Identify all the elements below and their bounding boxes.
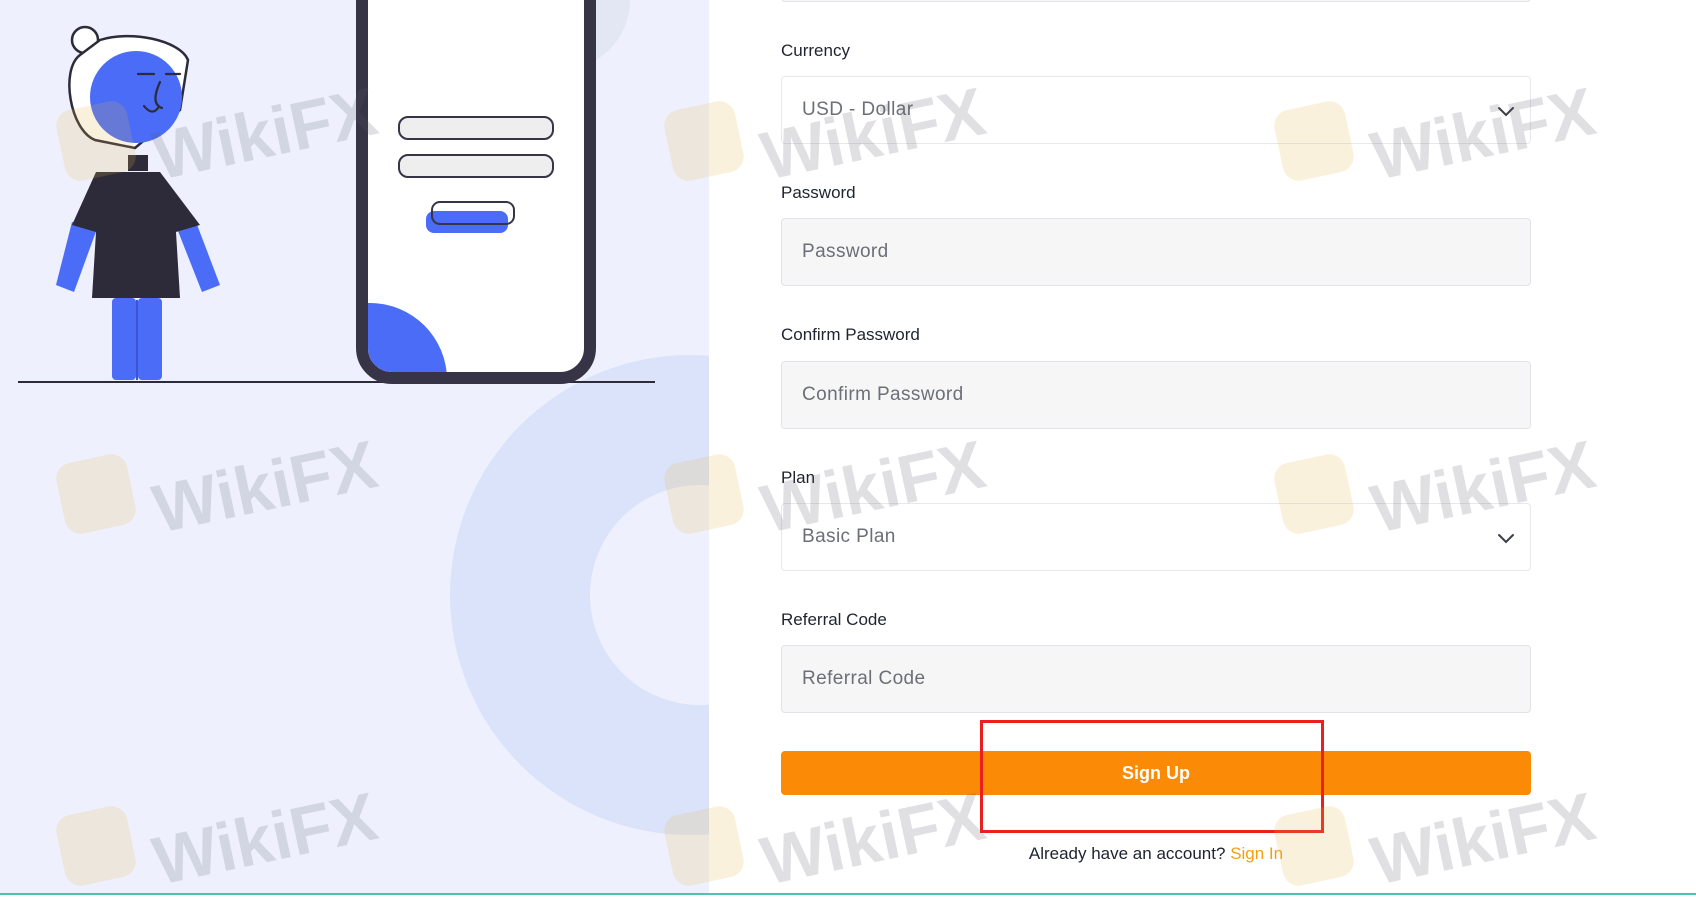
currency-label: Currency [781, 41, 850, 60]
currency-select[interactable]: USD - Dollar [781, 76, 1531, 144]
referral-code-placeholder: Referral Code [802, 668, 926, 689]
currency-value: USD - Dollar [802, 99, 914, 120]
chevron-down-icon [1498, 107, 1514, 117]
plan-value: Basic Plan [802, 526, 896, 547]
person-illustration [56, 25, 220, 380]
signin-prompt-text: Already have an account? [1028, 844, 1226, 863]
sign-in-link[interactable]: Sign In [1230, 844, 1283, 863]
phone-illustration [356, 0, 596, 384]
signin-prompt-row: Already have an account? Sign In [781, 844, 1531, 864]
password-placeholder: Password [802, 241, 889, 262]
plan-select[interactable]: Basic Plan [781, 503, 1531, 571]
password-field[interactable]: Password [781, 218, 1531, 286]
sign-up-button[interactable]: Sign Up [781, 751, 1531, 795]
illustration-panel [0, 0, 709, 895]
referral-code-label: Referral Code [781, 610, 887, 629]
signup-illustration [18, 0, 709, 835]
confirm-password-field[interactable]: Confirm Password [781, 361, 1531, 429]
chevron-down-icon [1498, 534, 1514, 544]
confirm-password-placeholder: Confirm Password [802, 384, 964, 405]
previous-field-edge [781, 0, 1531, 2]
referral-code-field[interactable]: Referral Code [781, 645, 1531, 713]
confirm-password-label: Confirm Password [781, 325, 920, 344]
plan-label: Plan [781, 468, 816, 487]
signup-form: Currency USD - Dollar Password Password … [709, 0, 1696, 895]
password-label: Password [781, 183, 856, 202]
